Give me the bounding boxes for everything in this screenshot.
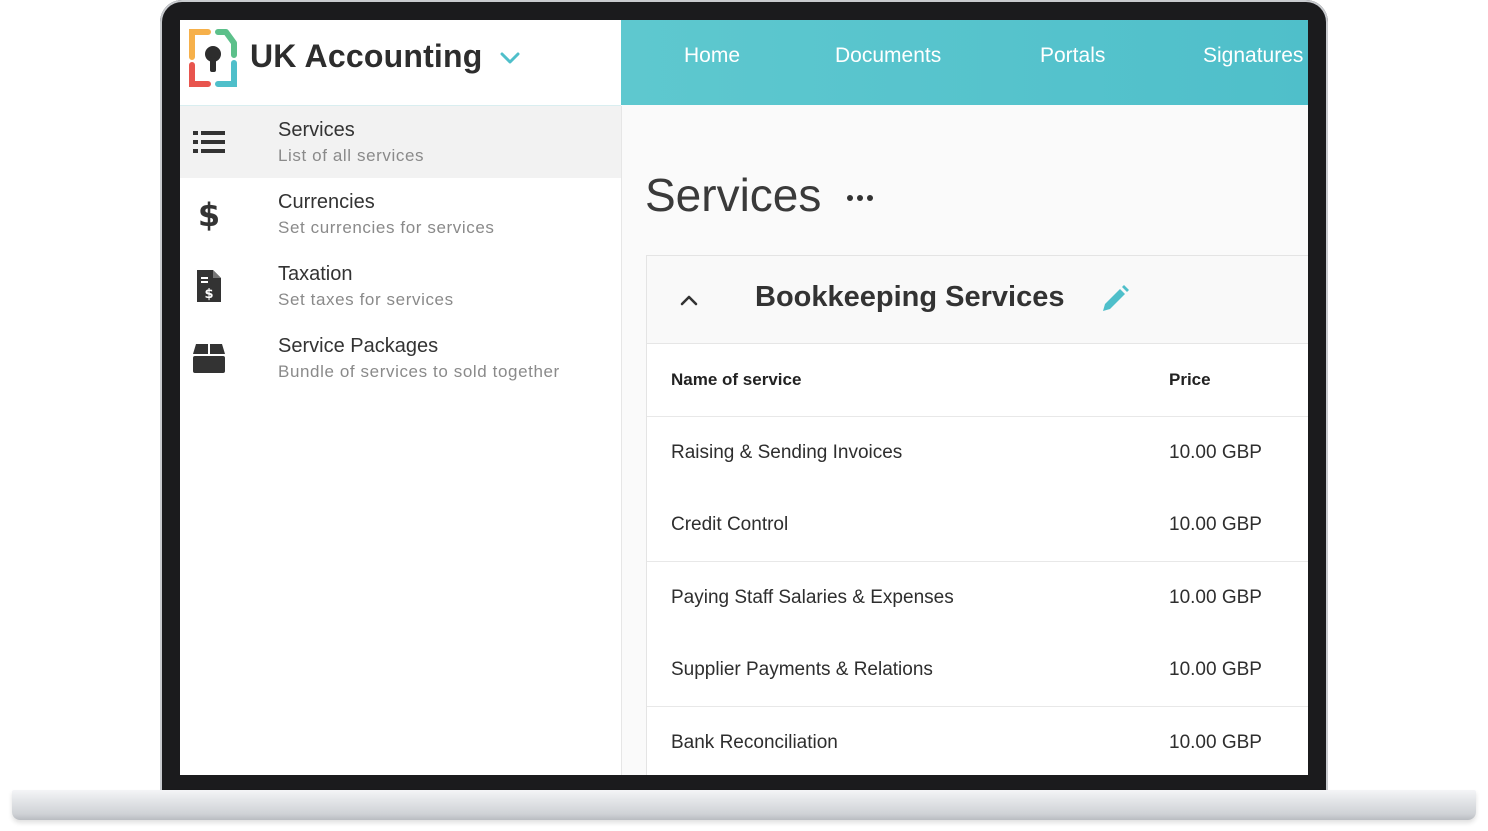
service-price: 10.00 GBP: [1169, 514, 1262, 535]
app-screen: UK Accounting Home Documents Portals Sig…: [180, 20, 1308, 775]
service-name: Raising & Sending Invoices: [671, 442, 903, 463]
table-row[interactable]: Supplier Payments & Relations 10.00 GBP: [647, 634, 1308, 707]
sidebar-item-service-packages[interactable]: Service Packages Bundle of services to s…: [180, 322, 621, 394]
nav-portals[interactable]: Portals: [1040, 44, 1105, 68]
sidebar-item-services[interactable]: Services List of all services: [180, 106, 621, 178]
service-name: Supplier Payments & Relations: [671, 659, 933, 680]
dollar-icon: $: [198, 197, 220, 231]
table-row[interactable]: Raising & Sending Invoices 10.00 GBP: [647, 417, 1308, 490]
sidebar-item-currencies[interactable]: $ Currencies Set currencies for services: [180, 178, 621, 250]
list-icon: [193, 131, 225, 153]
sidebar-item-label: Currencies: [278, 191, 375, 213]
svg-text:$: $: [204, 287, 213, 302]
sidebar-item-label: Service Packages: [278, 335, 439, 357]
tax-document-icon: $: [197, 270, 221, 302]
laptop-base: [12, 790, 1476, 820]
table-row[interactable]: Paying Staff Salaries & Expenses 10.00 G…: [647, 562, 1308, 635]
chevron-down-icon[interactable]: [498, 46, 522, 70]
table-row[interactable]: Bank Reconciliation 10.00 GBP: [647, 707, 1308, 775]
table-header-row: Name of service Price: [647, 344, 1308, 417]
nav-home[interactable]: Home: [684, 44, 740, 68]
sidebar-item-subtitle: Set currencies for services: [278, 218, 495, 237]
service-category-card: Bookkeeping Services Name of service Pri…: [646, 255, 1308, 775]
package-icon: [193, 344, 225, 373]
app-title: UK Accounting: [250, 38, 483, 74]
sidebar-item-taxation[interactable]: $ Taxation Set taxes for services: [180, 250, 621, 322]
pencil-icon[interactable]: [1100, 284, 1130, 314]
service-name: Paying Staff Salaries & Expenses: [671, 587, 954, 608]
logo-icon: [189, 29, 237, 87]
service-price: 10.00 GBP: [1169, 732, 1262, 753]
nav-documents[interactable]: Documents: [835, 44, 941, 68]
column-header-price[interactable]: Price: [1169, 370, 1211, 390]
sidebar-item-label: Taxation: [278, 263, 353, 285]
top-navigation: Home Documents Portals Signatures: [621, 20, 1308, 105]
sidebar-item-label: Services: [278, 119, 355, 141]
sidebar-item-subtitle: Set taxes for services: [278, 290, 454, 309]
service-name: Bank Reconciliation: [671, 732, 838, 753]
service-name: Credit Control: [671, 514, 789, 535]
card-header: Bookkeeping Services: [647, 256, 1308, 344]
column-header-name[interactable]: Name of service: [671, 370, 801, 390]
sidebar-item-subtitle: Bundle of services to sold together: [278, 362, 560, 381]
table-row[interactable]: Credit Control 10.00 GBP: [647, 489, 1308, 562]
nav-signatures[interactable]: Signatures: [1203, 44, 1303, 68]
more-horizontal-icon[interactable]: [846, 193, 874, 203]
card-title: Bookkeeping Services: [755, 281, 1065, 313]
chevron-up-icon[interactable]: [677, 288, 701, 312]
page-title: Services: [645, 169, 822, 221]
svg-text:$: $: [198, 197, 220, 231]
sidebar: Services List of all services $ Currenci…: [180, 106, 622, 775]
service-price: 10.00 GBP: [1169, 659, 1262, 680]
brand-header: UK Accounting: [180, 20, 621, 106]
service-price: 10.00 GBP: [1169, 587, 1262, 608]
sidebar-item-subtitle: List of all services: [278, 146, 425, 165]
service-price: 10.00 GBP: [1169, 442, 1262, 463]
